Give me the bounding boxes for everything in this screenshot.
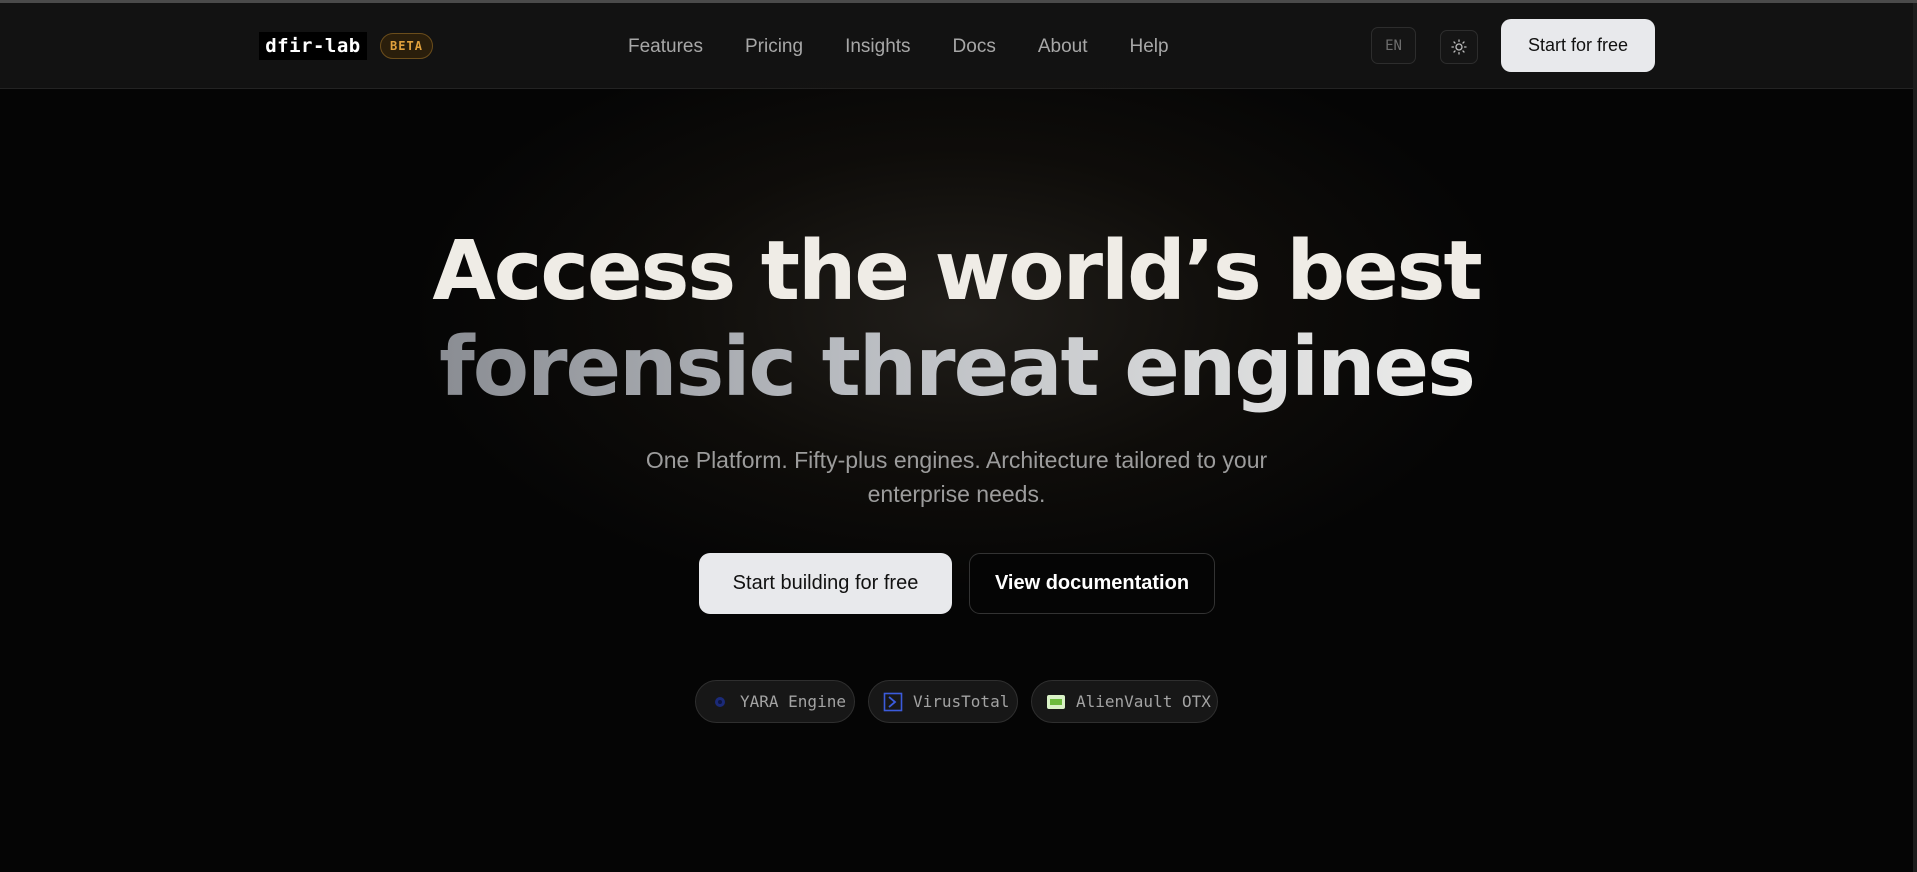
hero-title-line2: forensic threat engines: [0, 320, 1913, 416]
nav-pricing[interactable]: Pricing: [745, 34, 803, 60]
engine-chip-virustotal[interactable]: VirusTotal: [868, 680, 1018, 723]
virustotal-icon: [883, 692, 903, 712]
scrollbar-track[interactable]: [1913, 3, 1917, 872]
logo[interactable]: dfir-lab: [259, 32, 367, 60]
main-nav: Features Pricing Insights Docs About Hel…: [628, 34, 1169, 60]
alienvault-icon: [1046, 692, 1066, 712]
engine-chip-label: YARA Engine: [740, 692, 846, 711]
engine-chip-yara[interactable]: YARA Engine: [695, 680, 855, 723]
start-for-free-button[interactable]: Start for free: [1501, 19, 1655, 72]
start-building-button[interactable]: Start building for free: [699, 553, 952, 614]
nav-insights[interactable]: Insights: [845, 34, 910, 60]
site-header: dfir-lab BETA Features Pricing Insights …: [0, 3, 1913, 89]
logo-text: dfir-lab: [265, 35, 361, 57]
nav-docs[interactable]: Docs: [953, 34, 996, 60]
nav-about[interactable]: About: [1038, 34, 1088, 60]
nav-features[interactable]: Features: [628, 34, 703, 60]
beta-badge: BETA: [380, 33, 433, 59]
nav-help[interactable]: Help: [1130, 34, 1169, 60]
hero-subtitle: One Platform. Fifty-plus engines. Archit…: [645, 447, 1268, 507]
theme-toggle-button[interactable]: [1440, 30, 1478, 64]
yara-icon: [710, 692, 730, 712]
view-documentation-button[interactable]: View documentation: [969, 553, 1215, 614]
hero-title-line1: Access the world’s best: [432, 224, 1482, 319]
engine-chip-label: AlienVault OTX: [1076, 692, 1211, 711]
engine-chip-label: VirusTotal: [913, 692, 1010, 711]
language-button[interactable]: EN: [1371, 27, 1416, 64]
engine-chip-alienvault[interactable]: AlienVault OTX: [1031, 680, 1218, 723]
hero-title-line2-text: forensic threat engines: [439, 320, 1476, 415]
sun-icon: [1451, 39, 1467, 55]
